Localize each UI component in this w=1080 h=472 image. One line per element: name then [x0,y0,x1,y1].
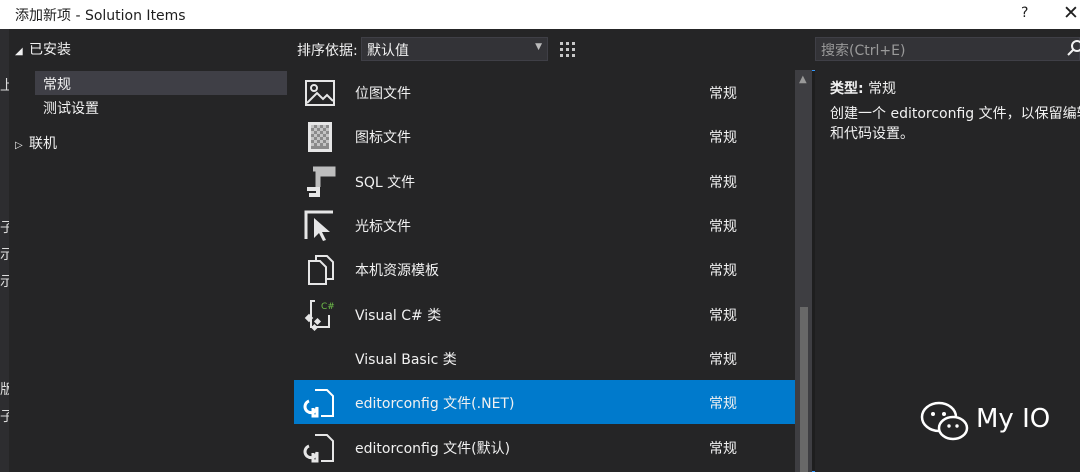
type-label: 类型: [830,81,864,97]
template-category: 常规 [709,441,737,457]
window-title: 添加新项 - Solution Items [15,8,186,24]
template-name: editorconfig 文件(默认) [355,441,511,457]
editorconfig-icon [303,434,334,463]
sort-dropdown[interactable]: 默认值 ▼ [361,37,548,61]
wechat-icon [920,401,969,441]
list-scrollbar[interactable]: ▲ [795,70,812,472]
list-item[interactable]: 光标文件 常规 [294,203,795,247]
template-name: Visual Basic 类 [355,352,457,368]
list-item[interactable]: editorconfig 文件(默认) 常规 [294,425,795,469]
list-item[interactable]: 本机资源模板 常规 [294,247,795,291]
background-text: 子 [0,409,9,425]
close-button[interactable]: ✕ [1063,2,1079,24]
template-name: 位图文件 [355,86,411,102]
template-description: 创建一个 editorconfig 文件，以保留编辑器和代码设置。 [830,106,1080,142]
help-button[interactable]: ? [1021,5,1028,21]
template-category: 常规 [709,263,737,279]
bitmap-icon [305,80,335,106]
cursor-file-icon [304,210,333,241]
list-item[interactable]: 位图文件 常规 [294,70,795,114]
template-name: 本机资源模板 [355,263,439,279]
template-list: 位图文件 常规 图标文件 常规 SQL 文件 常规 光标文件 常规 本机资源模板… [294,70,795,472]
template-name: editorconfig 文件(.NET) [355,396,515,412]
template-name: Visual C# 类 [355,308,442,324]
title-bar: 添加新项 - Solution Items ? ✕ [0,0,1080,29]
background-text: 示 [0,274,9,290]
tree-node-label: 已安装 [29,42,71,58]
sort-dropdown-value: 默认值 [367,43,409,59]
tree-node-installed[interactable]: ◢ 已安装 [15,39,71,59]
background-text: 子 [0,220,9,236]
template-category: 常规 [709,86,737,102]
type-value: 常规 [868,81,897,97]
chevron-down-icon: ▼ [535,42,542,52]
background-text: 版 [0,382,9,398]
background-text: 示 [0,247,9,263]
search-icon[interactable] [1067,39,1080,61]
resource-template-icon [308,255,334,285]
tree-node-label: 联机 [29,136,57,152]
category-tree: ◢ 已安装 常规 测试设置 ▷ 联机 [9,29,287,472]
list-item[interactable]: C# Visual C# 类 常规 [294,292,795,336]
template-category: 常规 [709,175,737,191]
svg-text:C#: C# [321,302,335,312]
template-category: 常规 [709,219,737,235]
template-name: 光标文件 [355,219,411,235]
background-window-edge: 上 子 示 示 版 子 [0,29,9,472]
list-item[interactable]: Visual Basic 类 常规 [294,336,795,380]
watermark-text: My IO [976,404,1051,434]
csharp-class-icon: C# [304,300,335,332]
sort-label: 排序依据: [297,43,358,59]
sql-file-icon [307,166,336,197]
template-category: 常规 [709,308,737,324]
collapsed-arrow-icon[interactable]: ▷ [15,140,29,151]
template-name: 图标文件 [355,130,411,146]
type-line: 类型: 常规 [830,78,896,98]
template-name: SQL 文件 [355,175,416,191]
expanded-arrow-icon[interactable]: ◢ [15,46,29,57]
list-item[interactable]: SQL 文件 常规 [294,159,795,203]
tree-node-online[interactable]: ▷ 联机 [15,133,57,153]
icon-file-icon [308,122,332,152]
search-box[interactable]: 搜索(Ctrl+E) [815,37,1080,61]
list-item[interactable]: 图标文件 常规 [294,114,795,158]
grid-view-icon [560,42,575,57]
scroll-up-arrow-icon[interactable]: ▲ [799,74,807,85]
tree-item-general[interactable]: 常规 [35,71,287,95]
background-text: 上 [0,78,9,94]
scrollbar-thumb[interactable] [800,307,808,472]
list-item-selected[interactable]: editorconfig 文件(.NET) 常规 [294,380,795,424]
template-category: 常规 [709,130,737,146]
search-input[interactable]: 搜索(Ctrl+E) [821,40,905,60]
grid-view-button[interactable] [556,37,579,61]
template-category: 常规 [709,396,737,412]
template-category: 常规 [709,352,737,368]
editorconfig-icon [303,389,334,418]
tree-item-test-settings[interactable]: 测试设置 [43,98,99,118]
